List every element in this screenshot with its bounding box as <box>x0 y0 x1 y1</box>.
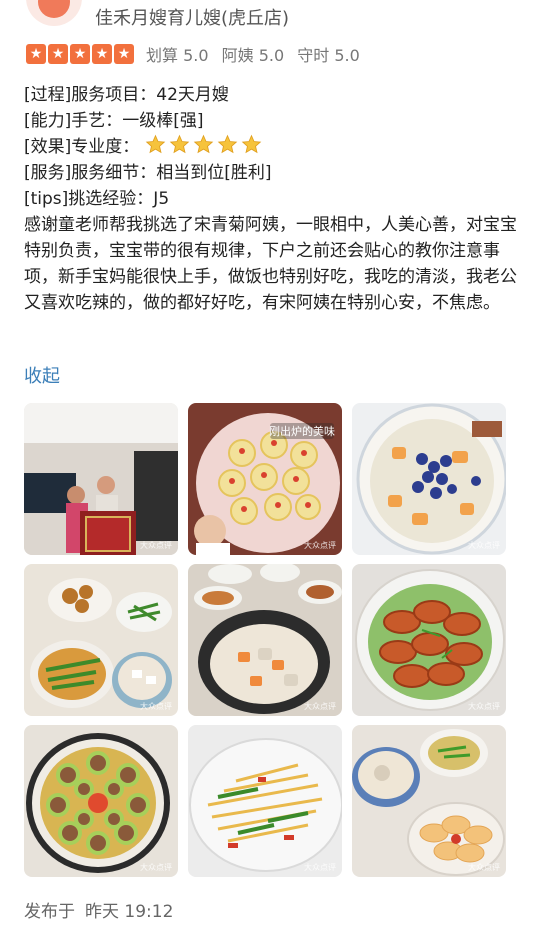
photo-image <box>24 564 178 716</box>
watermark: 大众点评 <box>140 702 172 711</box>
watermark: 大众点评 <box>140 863 172 872</box>
watermark: 大众点评 <box>468 702 500 711</box>
publish-info: 发布于 昨天 19:12 <box>24 897 183 922</box>
photo-image <box>352 725 506 877</box>
watermark: 大众点评 <box>304 863 336 872</box>
publish-label: 发布于 <box>24 902 75 922</box>
star-emoji-icon <box>193 134 213 154</box>
stuffed-bitter-melon-photo[interactable]: 大众点评 <box>24 725 178 877</box>
star-emoji-icon <box>217 134 237 154</box>
shop-name[interactable]: 佳禾月嫂育儿嫂(虎丘店) <box>95 4 289 30</box>
photo-image <box>352 564 506 716</box>
review-effect-label: [效果]专业度： <box>24 137 140 157</box>
watermark: 大众点评 <box>304 541 336 550</box>
shredded-potato-photo[interactable]: 大众点评 <box>188 725 342 877</box>
review-skill-line: [能力]手艺：一级棒[强] <box>24 111 204 131</box>
star-icon: ★ <box>114 44 134 64</box>
avatar-icon <box>38 0 70 18</box>
score-value: 划算 5.0 <box>146 46 209 65</box>
photo-image <box>352 403 506 555</box>
photo-overlay-caption: 刚出炉的美味 <box>269 424 335 438</box>
score-punctuality: 守时 5.0 <box>297 46 360 65</box>
photo-image <box>188 725 342 877</box>
review-service-line: [服务]服务细节：相当到位[胜利] <box>24 163 272 183</box>
braised-shrimp-photo[interactable]: 大众点评 <box>352 564 506 716</box>
star-icon: ★ <box>92 44 112 64</box>
star-emoji-icon <box>169 134 189 154</box>
pot-soup-table-photo[interactable]: 大众点评 <box>188 564 342 716</box>
star-icon: ★ <box>70 44 90 64</box>
watermark: 大众点评 <box>304 702 336 711</box>
star-icon: ★ <box>48 44 68 64</box>
star-rating: ★ ★ ★ ★ ★ <box>26 44 134 64</box>
review-effect-line: [效果]专业度： <box>24 134 524 160</box>
publish-time: 昨天 19:12 <box>85 902 174 922</box>
watermark: 大众点评 <box>468 541 500 550</box>
rating-row: ★ ★ ★ ★ ★ 划算 5.0 阿姨 5.0 守时 5.0 <box>26 43 368 65</box>
star-icon: ★ <box>26 44 46 64</box>
collapse-link[interactable]: 收起 <box>24 362 60 388</box>
home-meal-table-photo[interactable]: 大众点评 <box>24 564 178 716</box>
soup-bowls-photo[interactable]: 大众点评 <box>352 725 506 877</box>
watermark: 大众点评 <box>140 541 172 550</box>
star-emoji-icon <box>241 134 261 154</box>
expertise-stars <box>145 134 262 155</box>
photo-image <box>24 403 178 555</box>
sub-scores: 划算 5.0 阿姨 5.0 守时 5.0 <box>146 42 368 66</box>
blueberry-dessert-photo[interactable]: 大众点评 <box>352 403 506 555</box>
photo-image: 刚出炉的美味 <box>188 403 342 555</box>
photo-image <box>24 725 178 877</box>
living-room-banner-photo[interactable]: 大众点评 <box>24 403 178 555</box>
watermark: 大众点评 <box>468 863 500 872</box>
star-emoji-icon <box>145 134 165 154</box>
steamed-egg-dish-photo[interactable]: 刚出炉的美味 大众点评 <box>188 403 342 555</box>
photo-image <box>188 564 342 716</box>
photo-grid: 大众点评 刚出炉的美味 大众点评 大众点评 大众点评 大众点评 大众点评 大众点… <box>24 403 506 877</box>
review-process-line: [过程]服务项目：42天月嫂 <box>24 85 229 105</box>
review-body: 感谢童老师帮我挑选了宋青菊阿姨，一眼相中，人美心善，对宝宝特别负责，宝宝带的很有… <box>24 215 517 313</box>
review-tips-line: [tips]挑选经验：J5 <box>24 189 170 209</box>
review-content: [过程]服务项目：42天月嫂 [能力]手艺：一级棒[强] [效果]专业度： [服… <box>24 82 524 316</box>
score-staff: 阿姨 5.0 <box>221 46 285 65</box>
